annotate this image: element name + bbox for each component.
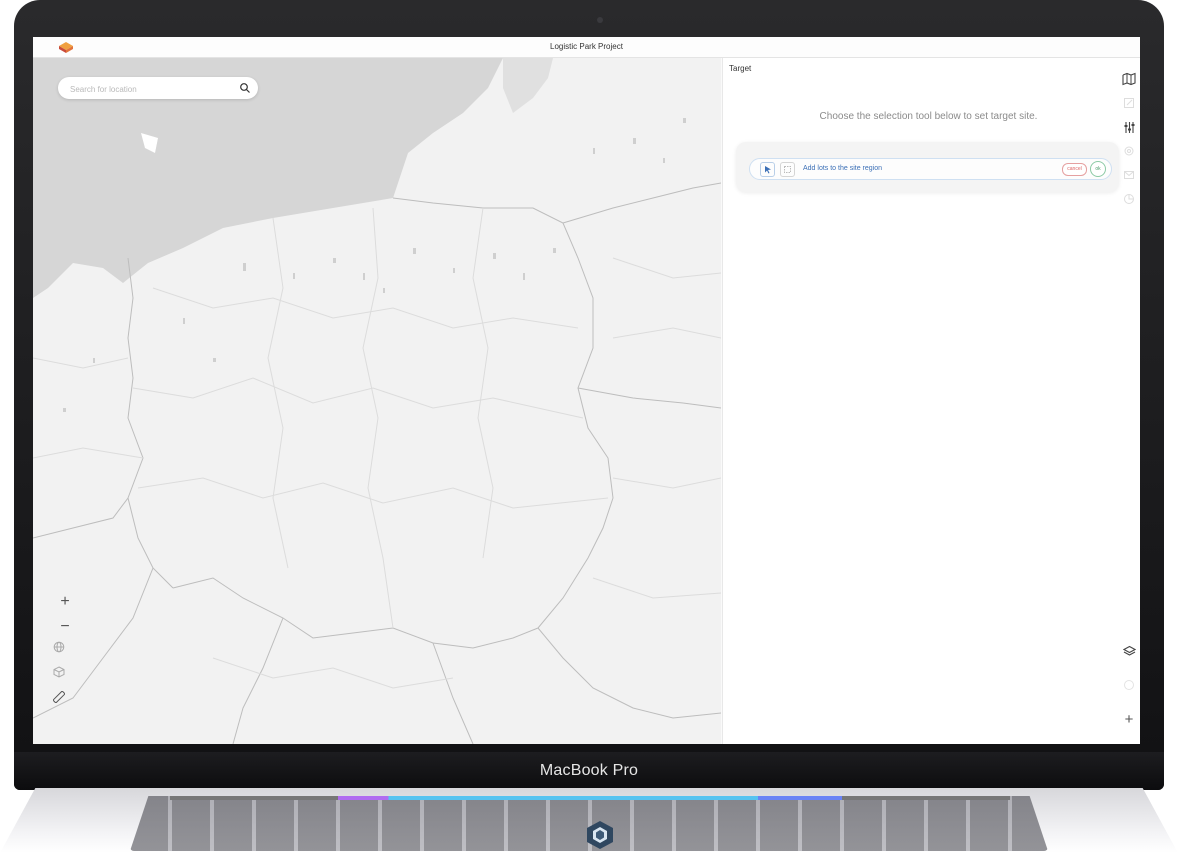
hexagon-logo-icon <box>587 821 613 849</box>
cube-icon <box>53 666 65 678</box>
map-icon <box>1122 72 1136 86</box>
camera-icon <box>597 17 603 23</box>
rectangle-select-button[interactable] <box>780 162 795 177</box>
sliders-icon <box>1124 121 1134 133</box>
lagoon-area <box>503 58 553 113</box>
user-button[interactable] <box>1120 676 1138 694</box>
settings-button[interactable] <box>1120 142 1138 160</box>
gear-icon <box>1124 146 1134 156</box>
pie-chart-icon <box>1124 194 1134 204</box>
layers-button[interactable] <box>1120 642 1138 660</box>
edit-icon <box>1124 98 1134 108</box>
globe-button[interactable] <box>53 641 77 663</box>
search-input[interactable] <box>68 81 232 97</box>
pointer-select-button[interactable] <box>760 162 775 177</box>
ruler-icon <box>53 691 65 703</box>
selection-card: Add lots to the site region cancel ok <box>736 142 1119 192</box>
map-view[interactable]: + − <box>33 58 721 744</box>
report-button[interactable] <box>1120 190 1138 208</box>
cancel-button[interactable]: cancel <box>1062 163 1087 176</box>
zoom-out-button[interactable]: − <box>53 616 77 638</box>
title-bar: Logistic Park Project <box>33 37 1140 58</box>
cursor-icon <box>765 166 771 174</box>
app-screen: Logistic Park Project Search for locatio… <box>33 37 1140 744</box>
mail-icon <box>1124 171 1134 179</box>
zoom-in-button[interactable]: + <box>53 591 77 613</box>
layers-icon <box>1122 645 1136 656</box>
3d-view-button[interactable] <box>53 666 77 688</box>
ok-button[interactable]: ok <box>1090 161 1106 177</box>
map-controls: + − <box>53 591 77 711</box>
panel-title: Target <box>729 64 752 73</box>
measure-button[interactable] <box>53 691 77 713</box>
selection-instruction: Add lots to the site region <box>803 165 882 172</box>
selection-hint: Choose the selection tool below to set t… <box>819 111 1038 122</box>
edit-button[interactable] <box>1120 94 1138 112</box>
rectangle-select-icon <box>784 166 791 173</box>
app-title: Logistic Park Project <box>550 42 623 51</box>
globe-icon <box>53 641 65 653</box>
map-mode-button[interactable] <box>1120 70 1138 88</box>
location-search[interactable] <box>58 77 258 99</box>
add-button[interactable]: + <box>1120 710 1138 728</box>
user-icon <box>1124 680 1134 690</box>
search-icon[interactable] <box>239 82 251 94</box>
touch-bar <box>170 796 1010 800</box>
selection-toolbar: Add lots to the site region cancel ok <box>749 158 1112 180</box>
filters-button[interactable] <box>1120 118 1138 136</box>
map-canvas <box>33 58 721 744</box>
messages-button[interactable] <box>1120 166 1138 184</box>
target-panel: Target Choose the selection tool below t… <box>722 58 1140 744</box>
device-brand: MacBook Pro <box>539 762 639 779</box>
region-borders <box>33 207 721 689</box>
